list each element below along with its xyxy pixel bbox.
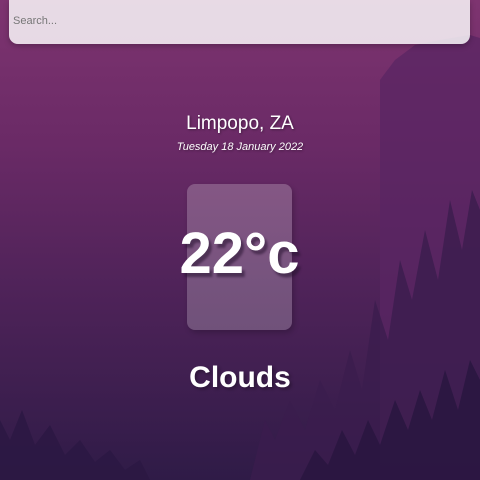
search-input[interactable] — [13, 10, 453, 32]
date-label: Tuesday 18 January 2022 — [176, 141, 304, 153]
temperature-value: 22°c — [179, 221, 300, 286]
location-label: Limpopo, ZA — [186, 113, 294, 134]
weather-app: Limpopo, ZA Tuesday 18 January 2022 22°c… — [0, 0, 480, 480]
forest-silhouette-left — [0, 410, 150, 480]
temperature-card: 22°c — [180, 184, 299, 330]
search-bar — [9, 0, 470, 44]
weather-condition: Clouds — [189, 361, 291, 394]
